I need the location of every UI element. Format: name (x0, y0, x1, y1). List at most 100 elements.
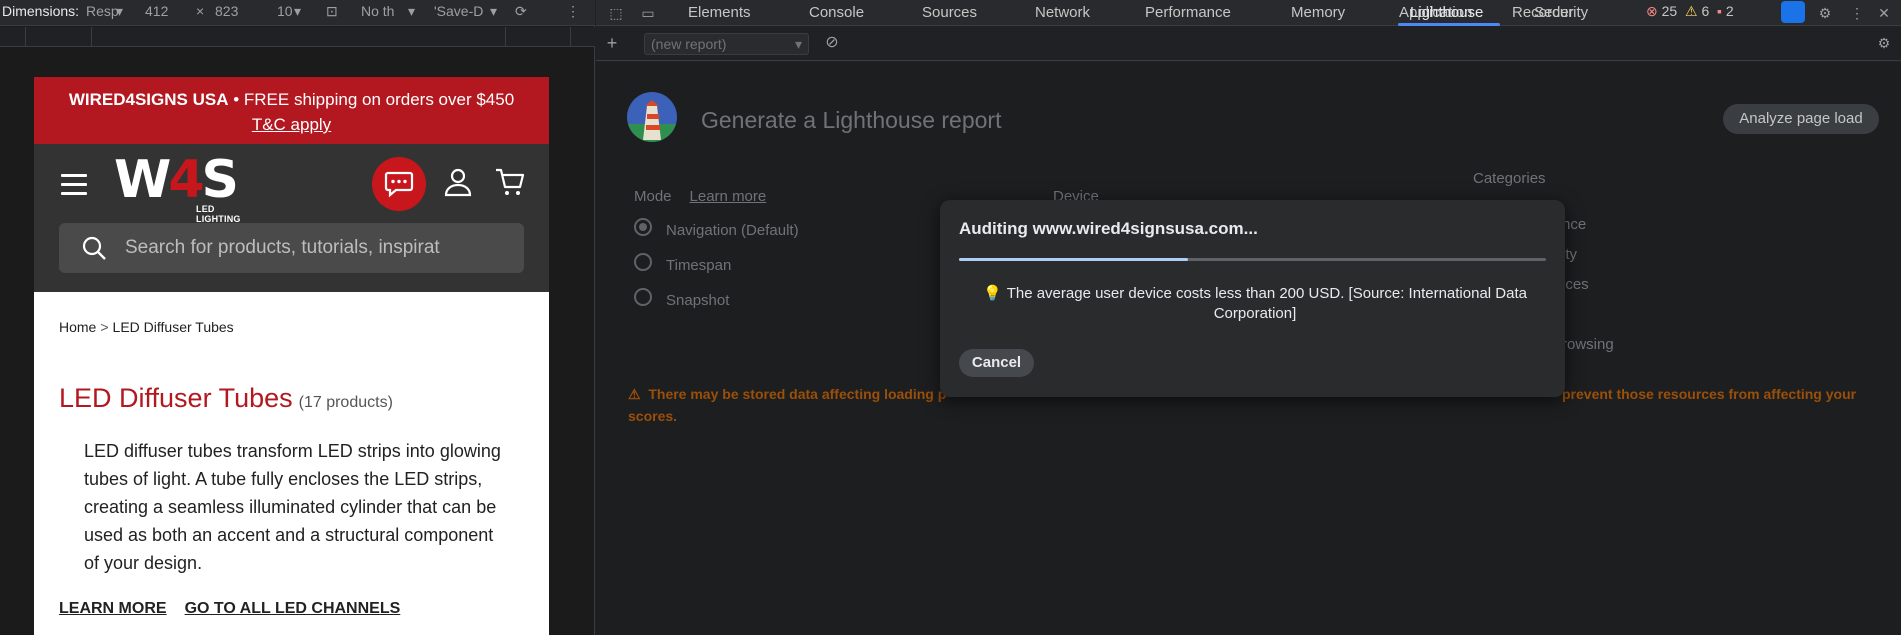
hamburger-menu-icon[interactable] (61, 174, 87, 196)
progress-fill (959, 258, 1188, 261)
lighthouse-logo-icon (627, 92, 677, 142)
gear-icon[interactable]: ⚙ (1876, 35, 1892, 51)
tab-console[interactable]: Console (809, 4, 864, 21)
warning-text-end: scores. (628, 408, 678, 424)
tab-recorder[interactable]: Recorder (1512, 4, 1574, 21)
warning-count: 6 (1701, 3, 1710, 19)
tc-link[interactable]: T&C apply (252, 115, 331, 134)
website-viewport: WIRED4SIGNS USA • FREE shipping on order… (34, 77, 549, 635)
mode-navigation-label: Navigation (Default) (666, 222, 799, 239)
mode-section: Mode Learn more (634, 188, 766, 205)
times-icon: × (196, 3, 205, 19)
device-select[interactable]: Resp (86, 3, 119, 19)
lighthouse-tip: 💡 The average user device costs less than… (980, 284, 1530, 324)
tab-sources[interactable]: Sources (922, 4, 977, 21)
warning-text-start: There may be stored data affecting loadi… (648, 386, 947, 402)
zoom-select[interactable]: 10 (277, 3, 293, 19)
mode-label: Mode (634, 188, 672, 205)
page-title: LED Diffuser Tubes (17 products) (59, 383, 393, 414)
tab-performance[interactable]: Performance (1145, 4, 1231, 21)
cart-icon[interactable] (494, 166, 526, 198)
logo-mark: W4S (114, 150, 239, 210)
dimensions-label: Dimensions: (2, 3, 80, 19)
more-options-icon[interactable]: ⋮ (566, 3, 580, 20)
search-icon (82, 236, 106, 260)
chevron-down-icon: ▾ (294, 3, 302, 19)
width-field[interactable]: 412 (145, 3, 168, 19)
cancel-button[interactable]: Cancel (959, 349, 1034, 377)
category-description: LED diffuser tubes transform LED strips … (84, 441, 501, 573)
media-query-ruler (0, 27, 595, 47)
plus-icon[interactable]: + (604, 34, 620, 52)
logo-subtitle: LED LIGHTING (196, 204, 241, 224)
search-input[interactable] (125, 223, 455, 273)
led-channels-link[interactable]: GO TO ALL LED CHANNELS (185, 600, 401, 617)
chevron-right-icon: > (100, 319, 109, 335)
mode-timespan-label: Timespan (666, 257, 732, 274)
learn-more-link[interactable]: LEARN MORE (59, 600, 167, 617)
lightbulb-icon: 💡 (983, 285, 1002, 302)
tip-text: The average user device costs less than … (1006, 285, 1527, 322)
warning-text-tail: prevent those resources from affecting y… (1562, 386, 1857, 402)
devtools-panel: ⬚ ▭ Elements Console Sources Network Per… (596, 0, 1901, 635)
ai-assistant-icon[interactable] (1781, 1, 1805, 23)
tab-network[interactable]: Network (1035, 4, 1090, 21)
report-select[interactable]: (new report) ▾ (644, 33, 809, 55)
radio-navigation[interactable] (634, 218, 652, 236)
chevron-down-icon: ▾ (116, 3, 124, 19)
site-header: W4S LED LIGHTING (34, 144, 549, 292)
page-title-text: LED Diffuser Tubes (59, 383, 293, 413)
save-data-select[interactable]: 'Save-D (434, 3, 483, 19)
clear-icon[interactable]: ⊘ (824, 35, 840, 51)
lighthouse-toolbar: + (new report) ▾ ⊘ ⚙ (596, 27, 1901, 61)
audit-progress-bar (959, 258, 1546, 261)
category-pwa-partial: rowsing (1562, 336, 1614, 353)
dialog-title: Auditing www.wired4signsusa.com... (959, 219, 1258, 238)
active-tab-indicator (1398, 23, 1500, 26)
rotate-icon[interactable]: ⟳ (515, 3, 527, 20)
product-count: (17 products) (298, 394, 393, 411)
breadcrumb-current: LED Diffuser Tubes (112, 319, 234, 335)
screen: Dimensions: Resp ▾ 412 × 823 10 ▾ ⊡ No t… (0, 0, 1901, 635)
chat-button[interactable] (372, 157, 426, 211)
breadcrumb: Home > LED Diffuser Tubes (59, 319, 234, 335)
account-icon[interactable] (442, 166, 474, 198)
search-bar[interactable] (59, 223, 524, 273)
screenshot-icon[interactable]: ⊡ (326, 3, 338, 20)
site-logo[interactable]: W4S LED LIGHTING (114, 150, 254, 224)
breadcrumb-home[interactable]: Home (59, 319, 96, 335)
error-icon: ⊗ (1646, 3, 1658, 19)
promo-text: • FREE shipping on orders over $450 (228, 90, 515, 109)
radio-timespan[interactable] (634, 253, 652, 271)
throttle-select[interactable]: No th (361, 3, 394, 19)
promo-brand: WIRED4SIGNS USA (68, 90, 229, 109)
category-links: LEARN MORE GO TO ALL LED CHANNELS (59, 600, 418, 618)
device-toggle-icon[interactable]: ▭ (640, 5, 656, 21)
category-performance-partial: nce (1562, 216, 1587, 233)
close-icon[interactable]: ✕ (1876, 5, 1892, 21)
more-options-icon[interactable]: ⋮ (1849, 5, 1865, 21)
device-emulation-pane: Dimensions: Resp ▾ 412 × 823 10 ▾ ⊡ No t… (0, 0, 595, 635)
radio-snapshot[interactable] (634, 288, 652, 306)
tab-memory[interactable]: Memory (1291, 4, 1345, 21)
report-select-value: (new report) (651, 36, 727, 52)
gear-icon[interactable]: ⚙ (1817, 5, 1833, 21)
issues-count: 2 (1725, 3, 1734, 19)
tab-elements[interactable]: Elements (688, 4, 751, 21)
tab-lighthouse[interactable]: Lighthouse (1410, 4, 1483, 21)
devtools-tabbar: ⬚ ▭ Elements Console Sources Network Per… (596, 0, 1901, 26)
warning-icon: ⚠ (628, 386, 649, 402)
auditing-dialog: Auditing www.wired4signsusa.com... 💡 The … (940, 200, 1565, 397)
chevron-down-icon: ▾ (408, 3, 416, 19)
analyze-page-load-button[interactable]: Analyze page load (1723, 104, 1879, 134)
lighthouse-title: Generate a Lighthouse report (701, 107, 1002, 133)
category-best-practices-partial: ices (1562, 276, 1589, 293)
promo-banner: WIRED4SIGNS USA • FREE shipping on order… (34, 77, 549, 144)
height-field[interactable]: 823 (215, 3, 238, 19)
device-toolbar: Dimensions: Resp ▾ 412 × 823 10 ▾ ⊡ No t… (0, 0, 595, 26)
inspect-icon[interactable]: ⬚ (608, 5, 624, 21)
status-counts[interactable]: ⊗ 25 ⚠ 6 ▪ 2 (1646, 3, 1734, 20)
learn-more-link[interactable]: Learn more (690, 188, 767, 205)
categories-label: Categories (1473, 170, 1546, 187)
chevron-down-icon: ▾ (794, 36, 802, 52)
